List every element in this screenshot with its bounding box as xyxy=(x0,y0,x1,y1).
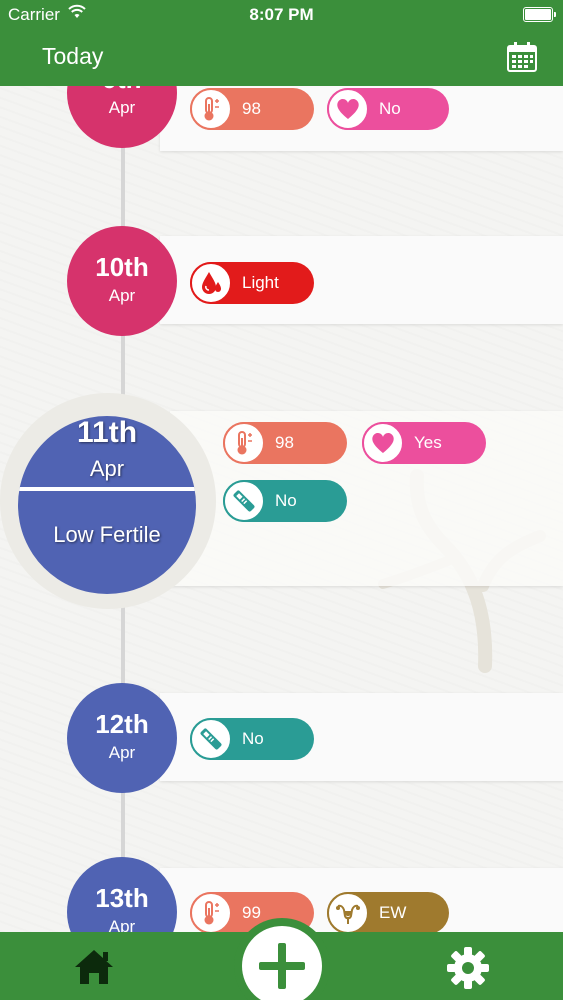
ovulation-test-pill[interactable]: No xyxy=(190,718,314,760)
date-circle[interactable]: 10th Apr xyxy=(67,226,177,336)
status-bar: Carrier 8:07 PM xyxy=(0,0,563,30)
heart-icon xyxy=(327,88,369,130)
selected-date-circle[interactable]: 11th Apr Low Fertile xyxy=(18,416,196,594)
cervical-mucus-value: EW xyxy=(379,903,407,922)
page-title: Today xyxy=(42,43,104,69)
temperature-value: 98 xyxy=(275,433,294,452)
test-strip-icon xyxy=(223,480,265,522)
gear-icon[interactable] xyxy=(446,946,490,990)
nav-bar: Today xyxy=(0,30,563,86)
thermometer-icon xyxy=(190,892,232,932)
ovulation-test-pill[interactable]: No xyxy=(223,480,347,522)
divider xyxy=(18,487,196,491)
day-number: 13th xyxy=(95,883,149,913)
temperature-pill[interactable]: 98 xyxy=(223,422,347,464)
temperature-value: 99 xyxy=(242,903,261,922)
fertility-status: Low Fertile xyxy=(53,522,161,547)
flow-pill[interactable]: Light xyxy=(190,262,314,304)
month-label: Apr xyxy=(108,98,136,117)
uterus-icon xyxy=(327,892,369,932)
day-number: 11th xyxy=(76,416,138,449)
date-circle[interactable]: 12th Apr xyxy=(67,683,177,793)
thermometer-icon xyxy=(223,422,265,464)
blood-drop-icon xyxy=(190,262,232,304)
month-label: Apr xyxy=(108,917,136,932)
thermometer-icon xyxy=(190,88,232,130)
month-label: Apr xyxy=(108,743,136,762)
add-button-face xyxy=(242,926,322,1000)
cervical-mucus-pill[interactable]: EW xyxy=(327,892,449,932)
month-label: Apr xyxy=(108,286,136,305)
home-icon[interactable] xyxy=(73,947,115,987)
month-label: Apr xyxy=(89,456,125,481)
test-strip-icon xyxy=(190,718,232,760)
ovulation-test-value: No xyxy=(242,729,264,748)
plus-icon xyxy=(259,943,305,989)
day-number: 12th xyxy=(95,709,149,739)
day-number: 9th xyxy=(67,86,177,95)
day-number: 10th xyxy=(95,252,149,282)
timeline[interactable]: 9th Apr 98 No 10th Apr Light 11th Apr Lo… xyxy=(0,86,563,932)
intercourse-value: No xyxy=(379,99,401,118)
intercourse-value: Yes xyxy=(414,433,442,452)
flow-value: Light xyxy=(242,273,279,292)
temperature-pill[interactable]: 98 xyxy=(190,88,314,130)
heart-icon xyxy=(362,422,404,464)
clock: 8:07 PM xyxy=(249,5,314,24)
intercourse-pill[interactable]: Yes xyxy=(362,422,486,464)
intercourse-pill[interactable]: No xyxy=(327,88,449,130)
calendar-icon[interactable] xyxy=(506,41,538,73)
battery-icon xyxy=(523,7,556,22)
ovulation-test-value: No xyxy=(275,491,297,510)
temperature-value: 98 xyxy=(242,99,261,118)
